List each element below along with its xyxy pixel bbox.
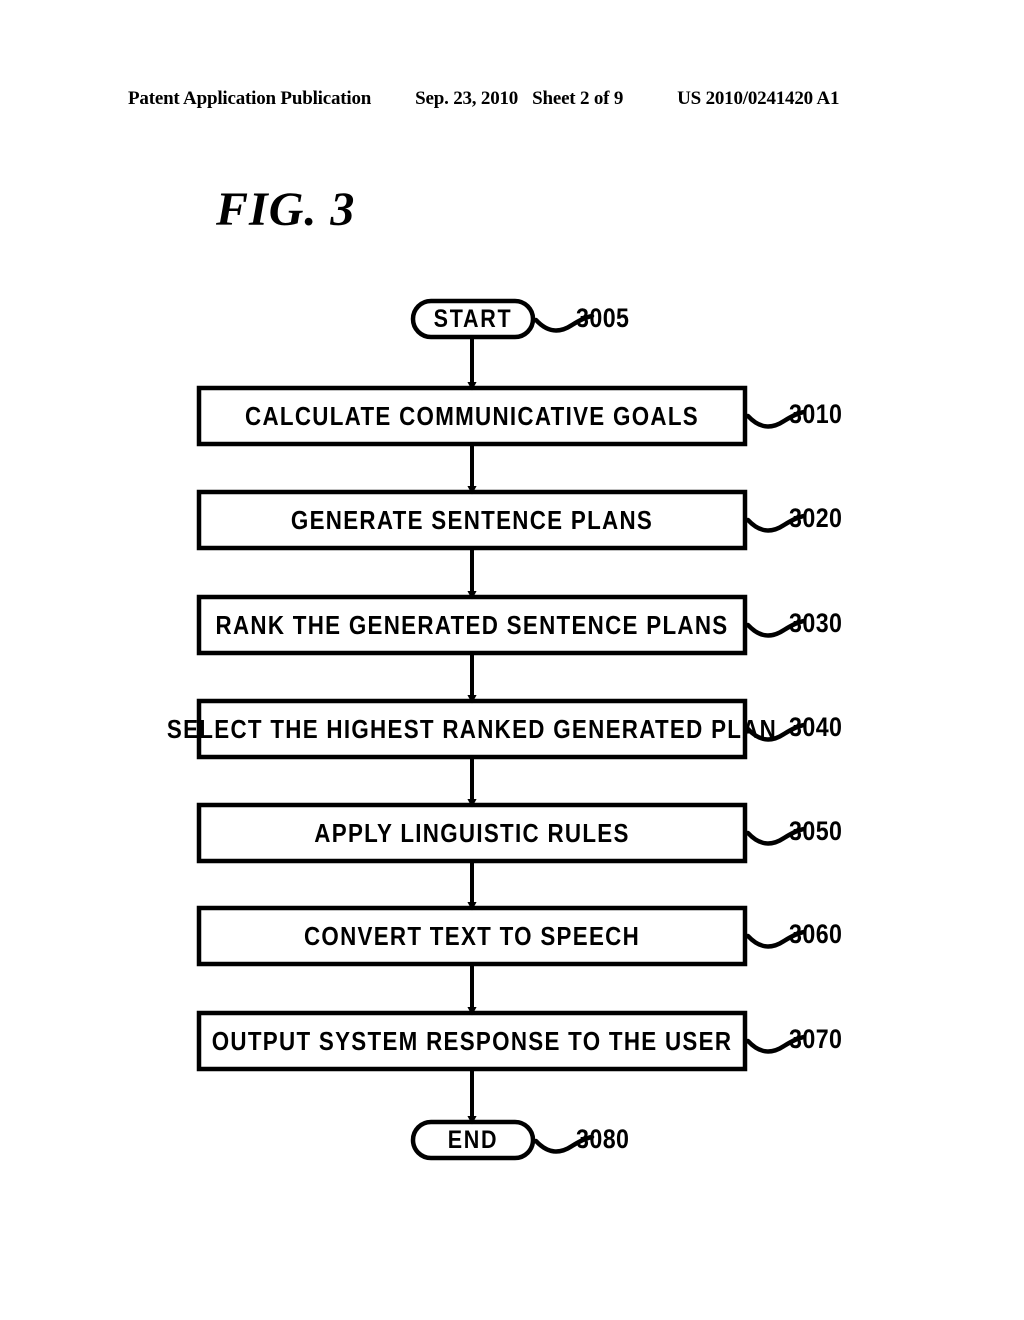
reference-number-3030: 3030 [789, 608, 843, 638]
reference-number-3070: 3070 [789, 1024, 843, 1054]
node-label-3010: CALCULATE COMMUNICATIVE GOALS [245, 400, 699, 431]
reference-number-3060: 3060 [789, 919, 843, 949]
node-label-3040: SELECT THE HIGHEST RANKED GENERATED PLAN [166, 713, 778, 744]
reference-number-3040: 3040 [789, 712, 843, 742]
node-label-3020: GENERATE SENTENCE PLANS [290, 504, 654, 535]
node-label-3070: OUTPUT SYSTEM RESPONSE TO THE USER [211, 1025, 733, 1056]
node-label-3060: CONVERT TEXT TO SPEECH [303, 920, 641, 951]
node-label-start: START [433, 304, 513, 333]
node-label-3050: APPLY LINGUISTIC RULES [314, 817, 630, 848]
flowchart-diagram: START CALCULATE COMMUNICATIVE GOALS GENE… [0, 0, 1024, 1320]
reference-number-3005: 3005 [576, 303, 630, 333]
reference-number-3020: 3020 [789, 503, 843, 533]
node-label-3030: RANK THE GENERATED SENTENCE PLANS [215, 609, 729, 640]
reference-number-3080: 3080 [576, 1124, 630, 1154]
reference-number-3010: 3010 [789, 399, 843, 429]
reference-number-3050: 3050 [789, 816, 843, 846]
node-label-end: END [447, 1125, 499, 1154]
